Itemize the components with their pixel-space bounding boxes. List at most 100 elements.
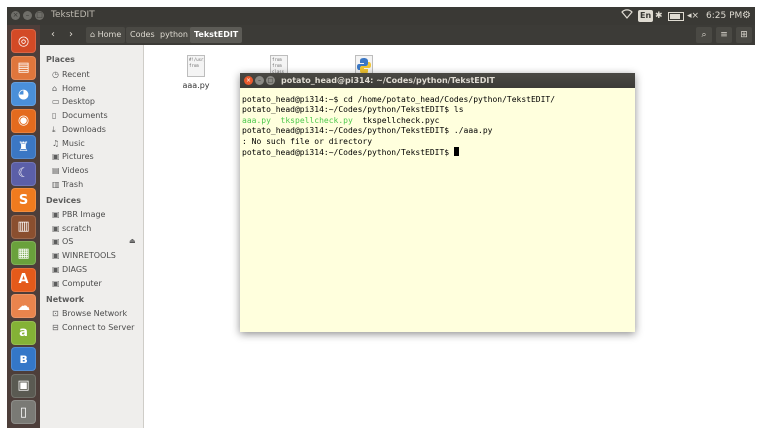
sidebar-device-computer[interactable]: ▣ Computer	[52, 278, 102, 290]
terminal-text: ./aaa.py	[449, 126, 493, 136]
sidebar-item-label: OS	[62, 237, 74, 247]
view-menu-button[interactable]: ≡	[716, 27, 732, 43]
sidebar-item-label: WINRETOOLS	[62, 251, 116, 261]
breadcrumb-python[interactable]: python	[156, 27, 192, 43]
sidebar-item-label: Downloads	[62, 124, 106, 134]
sidebar-item-documents[interactable]: ▯ Documents	[52, 110, 108, 122]
sidebar-item-recent[interactable]: ◷ Recent	[52, 69, 90, 81]
bookshelf-icon[interactable]: ▥	[11, 214, 36, 239]
minimize-window-icon[interactable]: –	[23, 11, 32, 20]
sidebar-device-diags[interactable]: ▣ DIAGS	[52, 264, 87, 276]
search-button[interactable]: ⌕	[696, 27, 712, 43]
file-item[interactable]: #!/usr/from aaa.py	[176, 55, 216, 90]
eject-icon[interactable]: ⏏	[129, 237, 136, 245]
sublime-icon[interactable]: S	[11, 188, 36, 212]
sidebar-network-browse-network[interactable]: ⊡ Browse Network	[52, 308, 127, 320]
close-window-icon[interactable]: ×	[11, 11, 20, 20]
sidebar-item-label: Computer	[62, 278, 102, 288]
forward-button[interactable]: ›	[64, 27, 78, 43]
terminal-line: aaa.py tkspellcheck.py tkspellcheck.pyc	[242, 116, 633, 126]
terminal-icon[interactable]: ▣	[11, 373, 36, 398]
documents-icon: ▯	[52, 111, 57, 121]
sidebar-item-label: Recent	[62, 70, 90, 79]
ubuntu-one-icon[interactable]: ☁	[11, 294, 36, 318]
file-name: aaa.py	[182, 81, 210, 90]
bluetooth-tray-icon[interactable]: ✱	[655, 9, 663, 23]
devices-heading: Devices	[46, 196, 81, 205]
pictures-icon: ▣	[52, 152, 60, 162]
downloads-icon: ⤓	[52, 124, 56, 134]
android-icon[interactable]: a	[11, 320, 36, 345]
sidebar-item-pictures[interactable]: ▣ Pictures	[52, 151, 94, 163]
launcher: ◎ ▤ ◕ ◉ ♜ ☾ S ▥ ▦ A ☁ a ʙ ▣ ▯	[7, 25, 40, 428]
connect-to-server-icon: ⊟	[52, 322, 59, 332]
terminal-cursor	[453, 147, 459, 157]
clock[interactable]: 6:25 PM	[706, 9, 742, 23]
terminal-line: potato_head@pi314:~$ cd /home/potato_hea…	[242, 95, 633, 105]
sidebar-device-pbr-image[interactable]: ▣ PBR Image	[52, 209, 105, 221]
sidebar-item-music[interactable]: ♫ Music	[52, 138, 85, 150]
grid-view-button[interactable]: ⊞	[736, 27, 752, 43]
home-icon: ⌂	[52, 83, 58, 93]
pbr-image-icon: ▣	[52, 210, 60, 219]
installer-icon[interactable]: A	[11, 267, 36, 292]
sidebar-item-trash[interactable]: ▥ Trash	[52, 179, 83, 191]
bluetooth-icon[interactable]: ʙ	[11, 347, 36, 371]
battery-icon[interactable]	[668, 12, 684, 21]
sidebar-item-videos[interactable]: ▤ Videos	[52, 165, 89, 177]
sidebar-device-winretools[interactable]: ▣ WINRETOOLS	[52, 250, 116, 262]
terminal-line: potato_head@pi314:~/Codes/python/TekstED…	[242, 126, 633, 136]
sidebar-device-os[interactable]: ▣ OS	[52, 236, 73, 248]
ls-entry: tkspellcheck.pyc	[362, 115, 440, 125]
files-icon[interactable]: ▤	[11, 55, 36, 80]
settings-gear-icon[interactable]: ⚙	[742, 9, 751, 23]
sidebar-item-desktop[interactable]: ▭ Desktop	[52, 96, 95, 108]
keyboard-layout-indicator[interactable]: En	[638, 10, 654, 22]
volume-icon[interactable]: ◂×	[687, 9, 699, 23]
dash-icon[interactable]: ◎	[11, 29, 36, 53]
desktop-screen: × – □ TekstEDIT En ✱ ◂× 6:25 PM ⚙ ◎ ▤ ◕ ◉ ♜ ☾…	[7, 7, 755, 428]
computer-icon: ▣	[52, 278, 60, 288]
sidebar: Places ◷ Recent ⌂ Home ▭ Desktop ▯ Documents ⤓ Do…	[40, 45, 144, 428]
desktop-icon: ▭	[52, 97, 60, 107]
panel-window-title: TekstEDIT	[51, 10, 95, 20]
sidebar-network-connect-to-server[interactable]: ⊟ Connect to Server	[52, 322, 134, 334]
ls-entry: tkspellcheck.py	[280, 115, 353, 125]
sidebar-item-label: PBR Image	[62, 210, 106, 219]
python-icon[interactable]: ♜	[11, 135, 36, 159]
terminal-prompt: potato_head@pi314:~/Codes/python/TekstED…	[242, 105, 450, 115]
terminal-window[interactable]: × – □ potato_head@pi314: ~/Codes/python/…	[240, 73, 635, 332]
sidebar-item-downloads[interactable]: ⤓ Downloads	[52, 124, 106, 136]
sidebar-item-label: Connect to Server	[62, 322, 135, 332]
videos-icon: ▤	[52, 165, 60, 175]
sidebar-item-label: Music	[62, 138, 85, 148]
chromium-icon[interactable]: ◕	[11, 82, 36, 106]
eclipse-icon[interactable]: ☾	[11, 161, 36, 186]
terminal-titlebar[interactable]: × – □ potato_head@pi314: ~/Codes/python/…	[240, 73, 635, 88]
places-heading: Places	[46, 55, 75, 64]
firefox-icon[interactable]: ◉	[11, 108, 36, 133]
terminal-text: ls	[449, 105, 464, 115]
back-button[interactable]: ‹	[46, 27, 60, 43]
breadcrumb-teksteditor[interactable]: TekstEDIT	[190, 27, 243, 43]
apps-icon[interactable]: ▦	[11, 241, 36, 265]
sidebar-item-home[interactable]: ⌂ Home	[52, 83, 86, 95]
maximize-window-icon[interactable]: □	[35, 11, 44, 20]
terminal-prompt: potato_head@pi314:~/Codes/python/TekstED…	[242, 148, 450, 158]
diags-icon: ▣	[52, 264, 60, 274]
ls-entry: aaa.py	[242, 115, 271, 125]
breadcrumb-home[interactable]: ⌂ Home	[86, 27, 126, 43]
terminal-maximize-icon[interactable]: □	[266, 76, 275, 85]
top-panel: × – □ TekstEDIT En ✱ ◂× 6:25 PM ⚙	[7, 7, 755, 25]
sidebar-item-label: Videos	[62, 165, 89, 175]
sidebar-item-label: DIAGS	[62, 264, 88, 274]
terminal-output[interactable]: potato_head@pi314:~$ cd /home/potato_hea…	[242, 95, 633, 158]
breadcrumb-codes[interactable]: Codes	[126, 27, 159, 43]
trash-icon: ▥	[52, 179, 60, 189]
sidebar-device-scratch[interactable]: ▣ scratch	[52, 223, 91, 235]
sidebar-item-label: Home	[62, 83, 86, 93]
terminal-minimize-icon[interactable]: –	[255, 76, 264, 85]
terminal-close-icon[interactable]: ×	[244, 76, 253, 85]
trash-icon[interactable]: ▯	[11, 400, 36, 424]
wifi-icon[interactable]	[621, 9, 633, 23]
